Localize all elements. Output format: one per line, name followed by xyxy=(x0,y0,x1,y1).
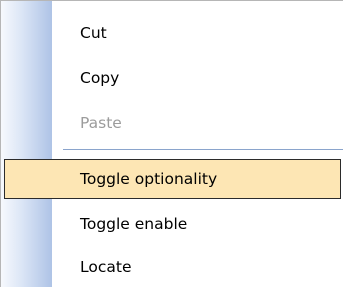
menu-item-label: Copy xyxy=(80,69,120,87)
menu-item-label: Toggle enable xyxy=(80,215,188,233)
menu-item-copy[interactable]: Copy xyxy=(1,58,343,98)
context-menu: Cut Copy Paste Toggle optionality Toggle… xyxy=(0,0,343,287)
menu-item-toggle-optionality[interactable]: Toggle optionality xyxy=(4,159,341,199)
menu-item-locate[interactable]: Locate xyxy=(1,247,343,287)
menu-item-label: Cut xyxy=(80,24,107,42)
menu-item-cut[interactable]: Cut xyxy=(1,13,343,53)
menu-item-label: Paste xyxy=(80,114,122,132)
menu-item-toggle-enable[interactable]: Toggle enable xyxy=(1,204,343,244)
menu-separator xyxy=(63,149,343,150)
menu-item-label: Toggle optionality xyxy=(80,170,218,188)
menu-item-paste: Paste xyxy=(1,103,343,143)
menu-item-label: Locate xyxy=(80,258,132,276)
